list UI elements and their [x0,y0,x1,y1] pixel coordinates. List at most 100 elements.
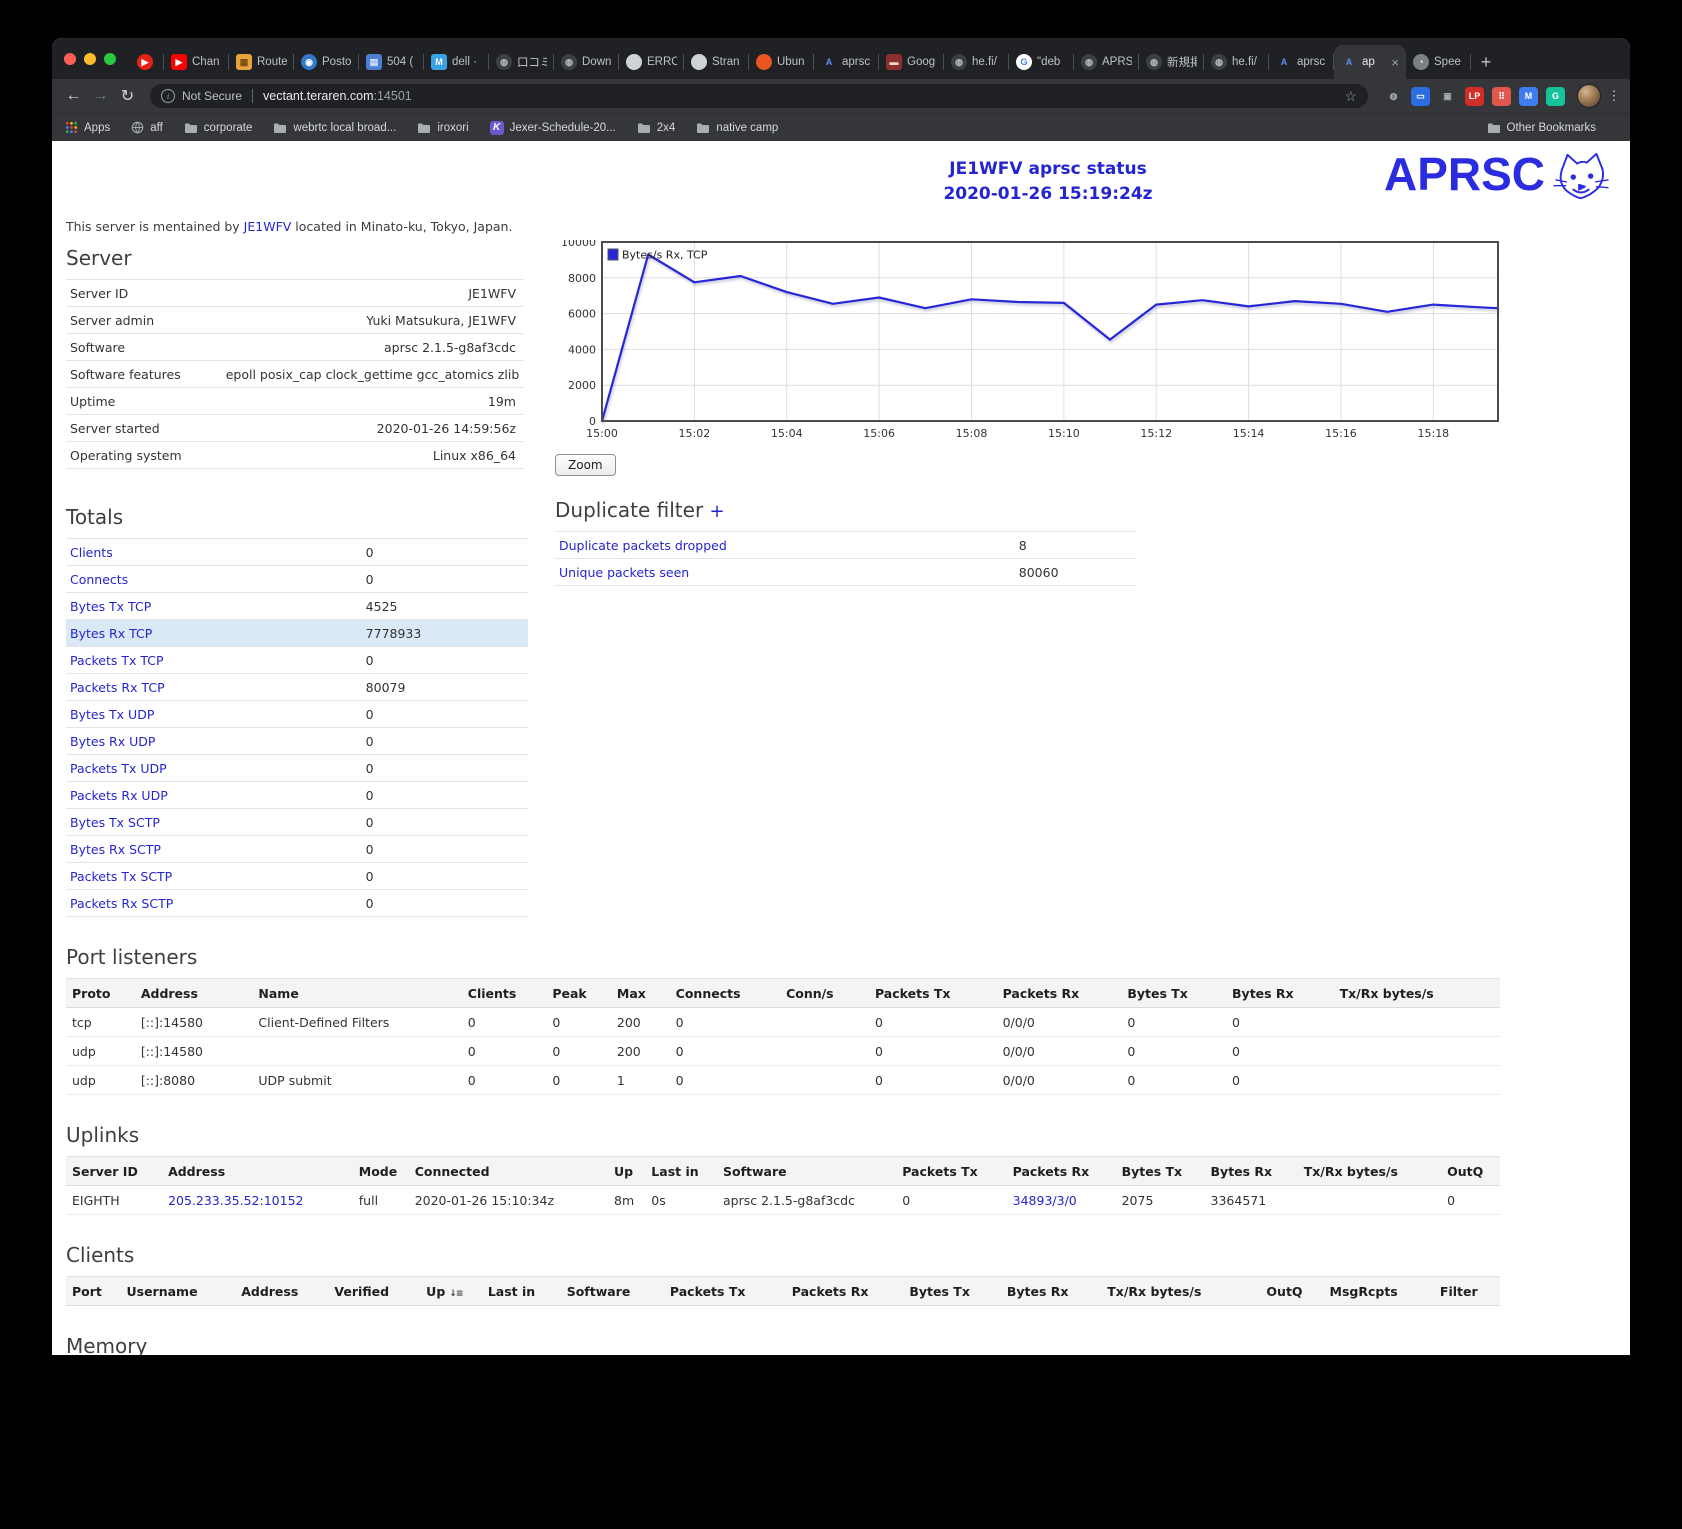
aprsc-icon: A [1276,54,1292,70]
tab-504-[interactable]: ▤504 ( [359,45,424,79]
bookmark-star-icon[interactable]: ☆ [1344,88,1357,105]
cell: 205.233.35.52:10152 [162,1186,353,1215]
tab-stran[interactable]: Stran [684,45,749,79]
tab-dell-[interactable]: Mdell · [424,45,489,79]
tab-down[interactable]: ◍Down [554,45,619,79]
forward-button[interactable]: → [87,87,114,105]
site-info-icon[interactable]: i [161,89,175,103]
server-owner-link[interactable]: JE1WFV [244,219,292,234]
address-bar[interactable]: i Not Secure vectant.teraren.com :14501 … [150,84,1368,108]
tab-he-fi-[interactable]: ◍he.fi/ [944,45,1009,79]
tab-label: 新規掲 [1167,54,1197,70]
extension-m-icon[interactable]: M [1519,87,1538,106]
tab--[interactable]: ◍ 新規掲 [1139,45,1204,79]
cell-link[interactable]: 34893/3/0 [1013,1193,1077,1208]
extensions-area: ◍ ▭ ▣ LP ⠿ MG [1384,87,1565,106]
back-button[interactable]: ← [60,87,87,105]
browser-menu-icon[interactable]: ⋮ [1606,88,1622,104]
bookmark-2x4[interactable]: 2x4 [637,122,676,134]
chart-zoom-button[interactable]: Zoom [555,454,616,476]
bookmark-iroxori[interactable]: iroxori [417,122,468,134]
cell-link[interactable]: Bytes Tx UDP [70,707,154,722]
extension-grammarly-icon[interactable]: G [1546,87,1565,106]
cell-link[interactable]: 205.233.35.52:10152 [168,1193,303,1208]
tab-posto[interactable]: ◉Posto [294,45,359,79]
tab-chan[interactable]: ▶Chan [164,45,229,79]
svg-text:15:06: 15:06 [863,427,895,440]
tab-aprsc[interactable]: Aaprsc [1269,45,1334,79]
bookmark-other-bookmarks[interactable]: Other Bookmarks [1487,122,1596,134]
cell-link[interactable]: Bytes Rx TCP [70,626,152,641]
tab-ubun[interactable]: Ubun [749,45,814,79]
cell-link[interactable]: Packets Rx SCTP [70,896,173,911]
table-row: Software featuresepoll posix_cap clock_g… [66,361,524,388]
bookmark-aff[interactable]: aff [131,121,163,134]
cell-link[interactable]: Packets Tx SCTP [70,869,172,884]
globe-icon: ◍ [1146,54,1162,70]
sort-icon[interactable]: ↓≡ [449,1289,462,1299]
table-row: Packets Tx SCTP0 [66,863,528,890]
extension-grid-icon[interactable]: ⠿ [1492,87,1511,106]
dell-icon: M [431,54,447,70]
cell-link[interactable]: Packets Tx TCP [70,653,164,668]
column-header: Bytes Tx [1116,1157,1205,1186]
cell-link[interactable]: Connects [70,572,128,587]
tab-goog[interactable]: ▬Goog [879,45,944,79]
column-header: Clients [462,979,547,1008]
new-tab-button[interactable]: + [1471,45,1501,79]
table-row: Bytes Tx SCTP0 [66,809,528,836]
cell [780,1037,869,1066]
cell-link[interactable]: Bytes Tx SCTP [70,815,160,830]
cell-link[interactable]: Bytes Rx UDP [70,734,155,749]
reload-button[interactable]: ↻ [114,86,141,106]
traffic-chart: 020004000600080001000015:0015:0215:0415:… [555,240,1616,449]
bookmark-webrtc-local-broad-[interactable]: webrtc local broad... [273,122,396,134]
cell: Connects [66,566,362,593]
bookmark-corporate[interactable]: corporate [184,122,253,134]
cell-link[interactable]: Bytes Tx TCP [70,599,151,614]
cell: 0 [462,1037,547,1066]
svg-text:15:08: 15:08 [956,427,988,440]
other-bookmarks[interactable]: Other Bookmarks [1487,122,1617,134]
browser-toolbar: ← → ↻ i Not Secure vectant.teraren.com :… [52,79,1630,113]
cell-link[interactable]: Packets Rx TCP [70,680,165,695]
tab-spee[interactable]: ◔Spee [1406,45,1471,79]
extension-icon-1[interactable]: ◍ [1384,87,1403,106]
tab-pinned[interactable]: ▶ [130,45,164,79]
tab-label: Goog [907,56,935,68]
tab--deb[interactable]: G"deb [1009,45,1074,79]
right-column: 020004000600080001000015:0015:0215:0415:… [537,238,1616,586]
tab--[interactable]: ◍口コミ [489,45,554,79]
bookmark-jexer-schedule-20-[interactable]: KJexer-Schedule-20... [490,121,616,135]
extension-camera-icon[interactable]: ▣ [1438,87,1457,106]
close-window-button[interactable] [64,53,76,65]
tab-he-fi-[interactable]: ◍he.fi/ [1204,45,1269,79]
bookmark-native-camp[interactable]: native camp [696,122,778,134]
cell-link[interactable]: Duplicate packets dropped [559,538,727,553]
cell: 80079 [362,674,528,701]
tab-ap[interactable]: Aap× [1334,45,1406,79]
maximize-window-button[interactable] [104,53,116,65]
tab-close-icon[interactable]: × [1391,56,1399,69]
cell-link[interactable]: Unique packets seen [559,565,689,580]
bookmark-label: Apps [84,122,110,134]
apps-grid-icon [65,121,78,134]
cell-link[interactable]: Packets Rx UDP [70,788,168,803]
minimize-window-button[interactable] [84,53,96,65]
tab-route[interactable]: ▦Route [229,45,294,79]
duplicate-filter-expand-link[interactable]: + [710,501,725,522]
svg-text:2000: 2000 [568,379,596,392]
profile-avatar[interactable] [1577,84,1601,108]
bookmark-apps[interactable]: Apps [65,121,110,134]
youtube-icon: ▶ [171,54,187,70]
cell: udp [66,1037,135,1066]
tab-aprsc[interactable]: Aaprsc [814,45,879,79]
cell-link[interactable]: Packets Tx UDP [70,761,167,776]
tab-erro[interactable]: ERRO [619,45,684,79]
extension-lastpass-icon[interactable]: LP [1465,87,1484,106]
totals-table: Clients0Connects0Bytes Tx TCP4525Bytes R… [66,538,528,917]
cell-link[interactable]: Bytes Rx SCTP [70,842,161,857]
cell-link[interactable]: Clients [70,545,113,560]
tab-aprs[interactable]: ◍APRS [1074,45,1139,79]
extension-monitor-icon[interactable]: ▭ [1411,87,1430,106]
